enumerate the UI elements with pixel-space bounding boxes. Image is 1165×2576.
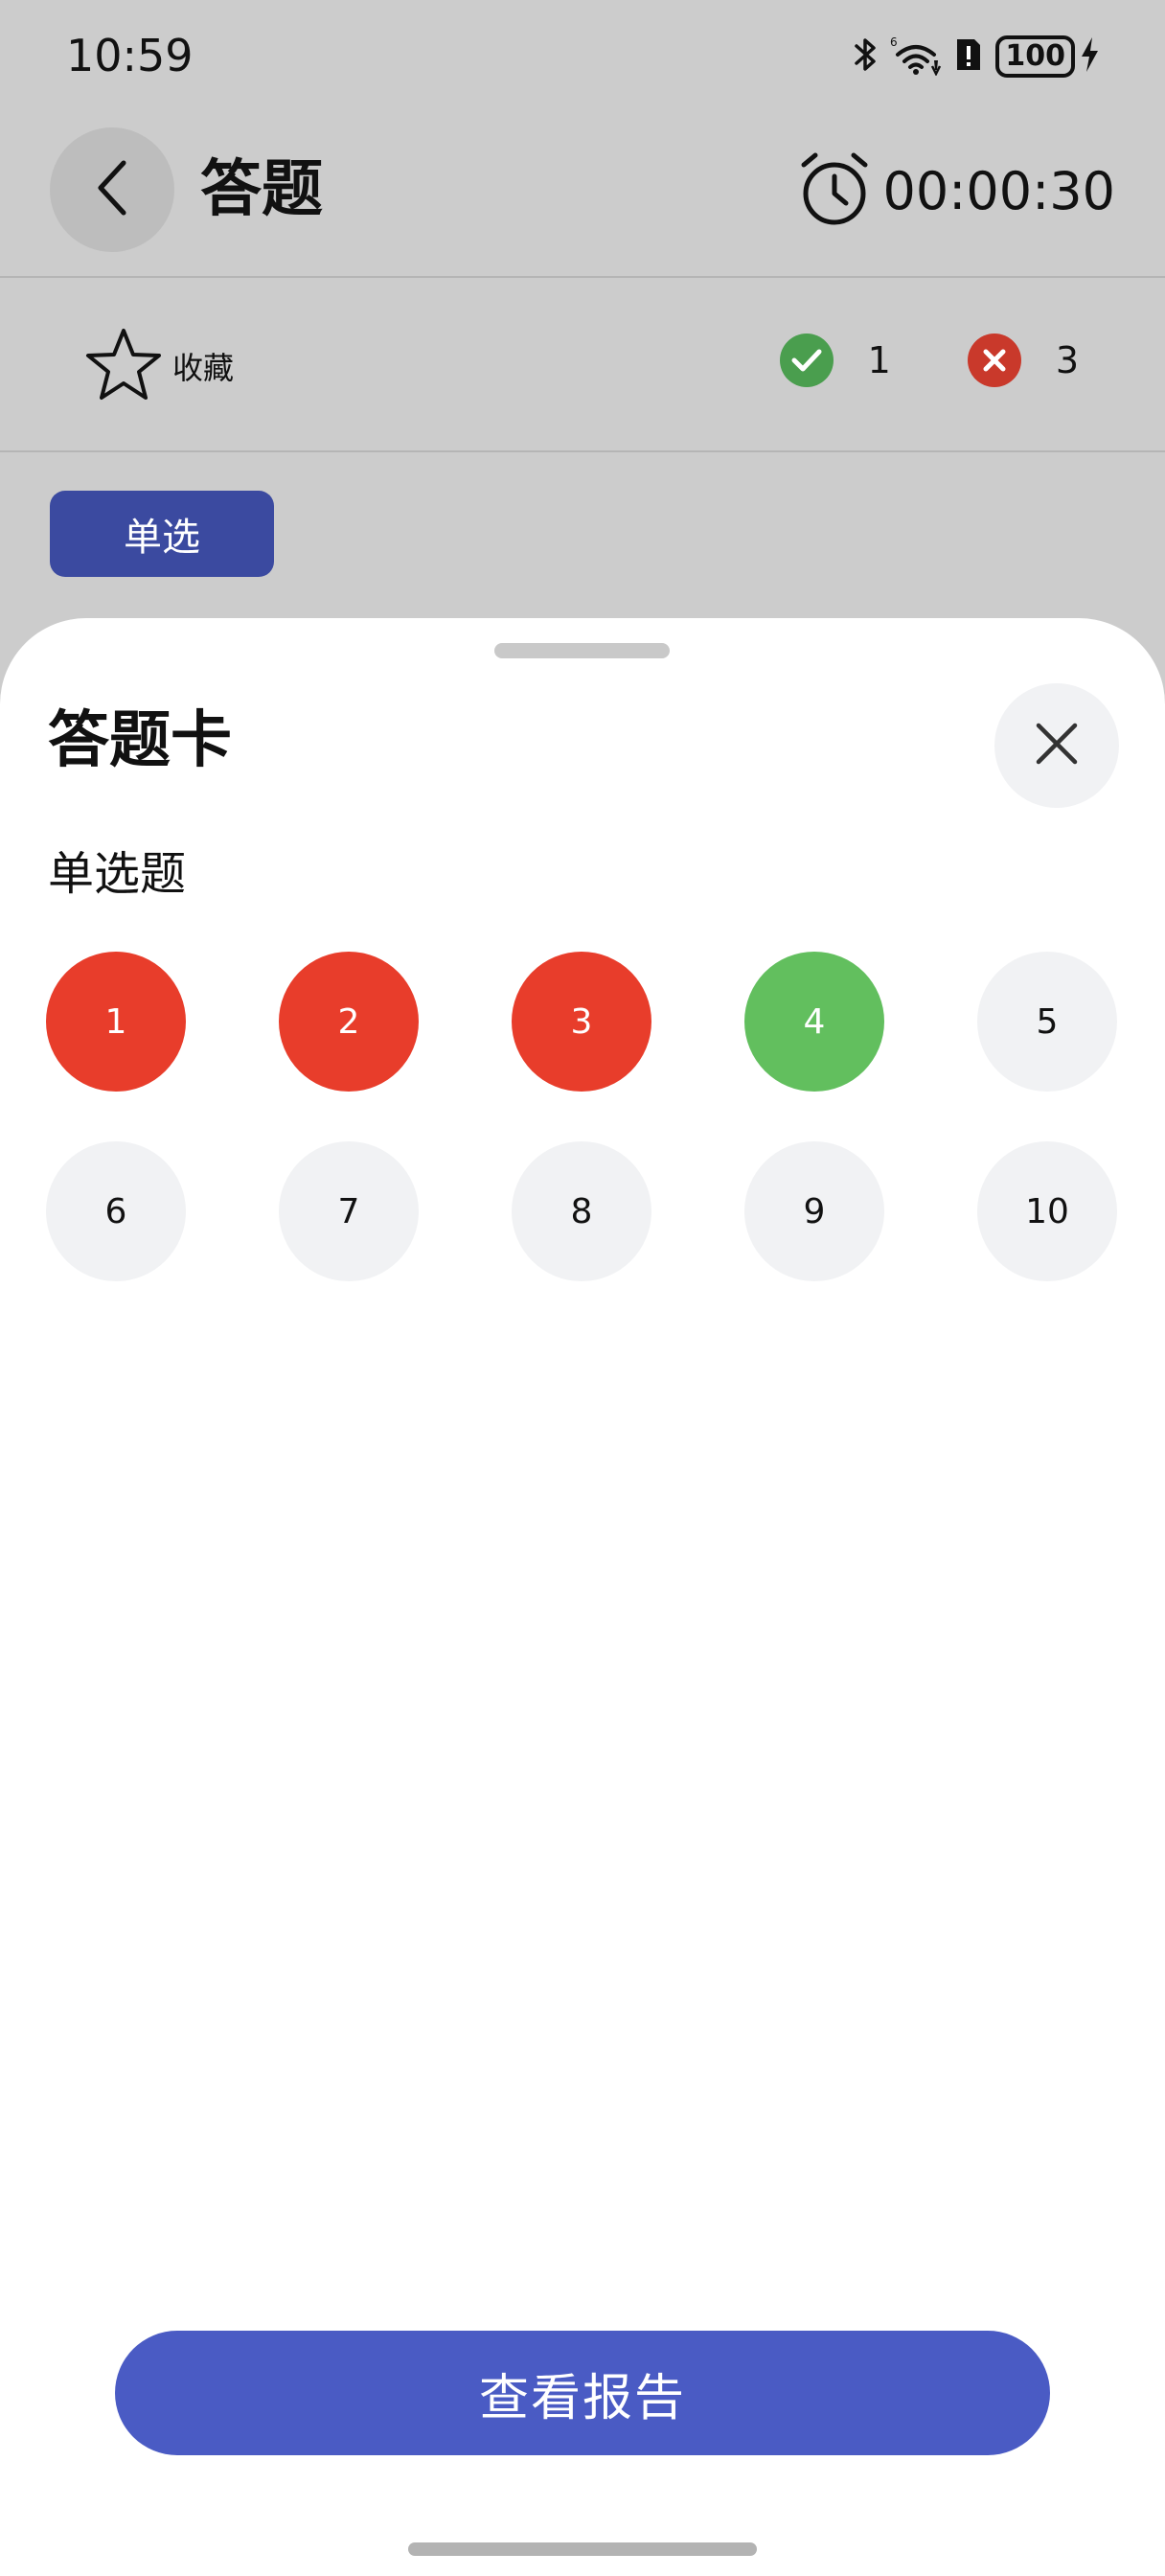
question-number-button[interactable]: 2 (279, 952, 419, 1092)
home-indicator (408, 2542, 757, 2556)
battery-indicator: 100 (995, 35, 1100, 78)
close-icon (1033, 720, 1081, 771)
check-icon (779, 334, 834, 387)
question-type-chip: 单选 (50, 491, 274, 577)
question-number-button[interactable]: 1 (46, 952, 186, 1092)
battery-level: 100 (995, 35, 1075, 78)
page-title: 答题 (200, 154, 323, 225)
header-divider (0, 276, 1165, 278)
view-report-button[interactable]: 查看报告 (115, 2331, 1050, 2455)
question-number-button[interactable]: 7 (279, 1141, 419, 1281)
answer-sheet-title: 答题卡 (48, 705, 232, 776)
answer-stats: 1 3 (703, 334, 1079, 387)
chevron-left-icon (91, 157, 133, 222)
back-button[interactable] (50, 127, 174, 252)
wrong-stat: 3 (967, 334, 1079, 387)
wrong-count: 3 (1055, 339, 1079, 381)
question-number-button[interactable]: 10 (977, 1141, 1117, 1281)
charging-icon (1079, 35, 1100, 78)
favorite-button[interactable]: 收藏 (84, 326, 234, 406)
timer-text: 00:00:30 (882, 161, 1115, 221)
status-time: 10:59 (66, 30, 194, 81)
svg-text:6: 6 (890, 35, 898, 49)
toolbar-divider (0, 450, 1165, 452)
section-label: 单选题 (48, 847, 187, 901)
question-number-button[interactable]: 4 (744, 952, 884, 1092)
question-number-button[interactable]: 9 (744, 1141, 884, 1281)
correct-stat: 1 (779, 334, 891, 387)
star-icon (84, 326, 163, 406)
alert-icon (953, 35, 984, 78)
status-icons: 6 100 (854, 33, 1100, 80)
quiz-timer: 00:00:30 (798, 151, 1115, 232)
correct-count: 1 (867, 339, 891, 381)
wifi-icon: 6 (890, 34, 942, 80)
question-number-button[interactable]: 3 (512, 952, 651, 1092)
alarm-clock-icon (798, 151, 871, 232)
question-number-button[interactable]: 5 (977, 952, 1117, 1092)
question-number-button[interactable]: 6 (46, 1141, 186, 1281)
cross-icon (967, 334, 1021, 387)
question-grid: 1 2 3 4 5 6 7 8 9 10 (46, 952, 1119, 1281)
answer-sheet-panel (0, 618, 1165, 2576)
favorite-label: 收藏 (172, 350, 235, 386)
sheet-drag-handle[interactable] (494, 643, 670, 658)
question-number-button[interactable]: 8 (512, 1141, 651, 1281)
bluetooth-icon (854, 35, 879, 78)
close-button[interactable] (994, 683, 1119, 808)
